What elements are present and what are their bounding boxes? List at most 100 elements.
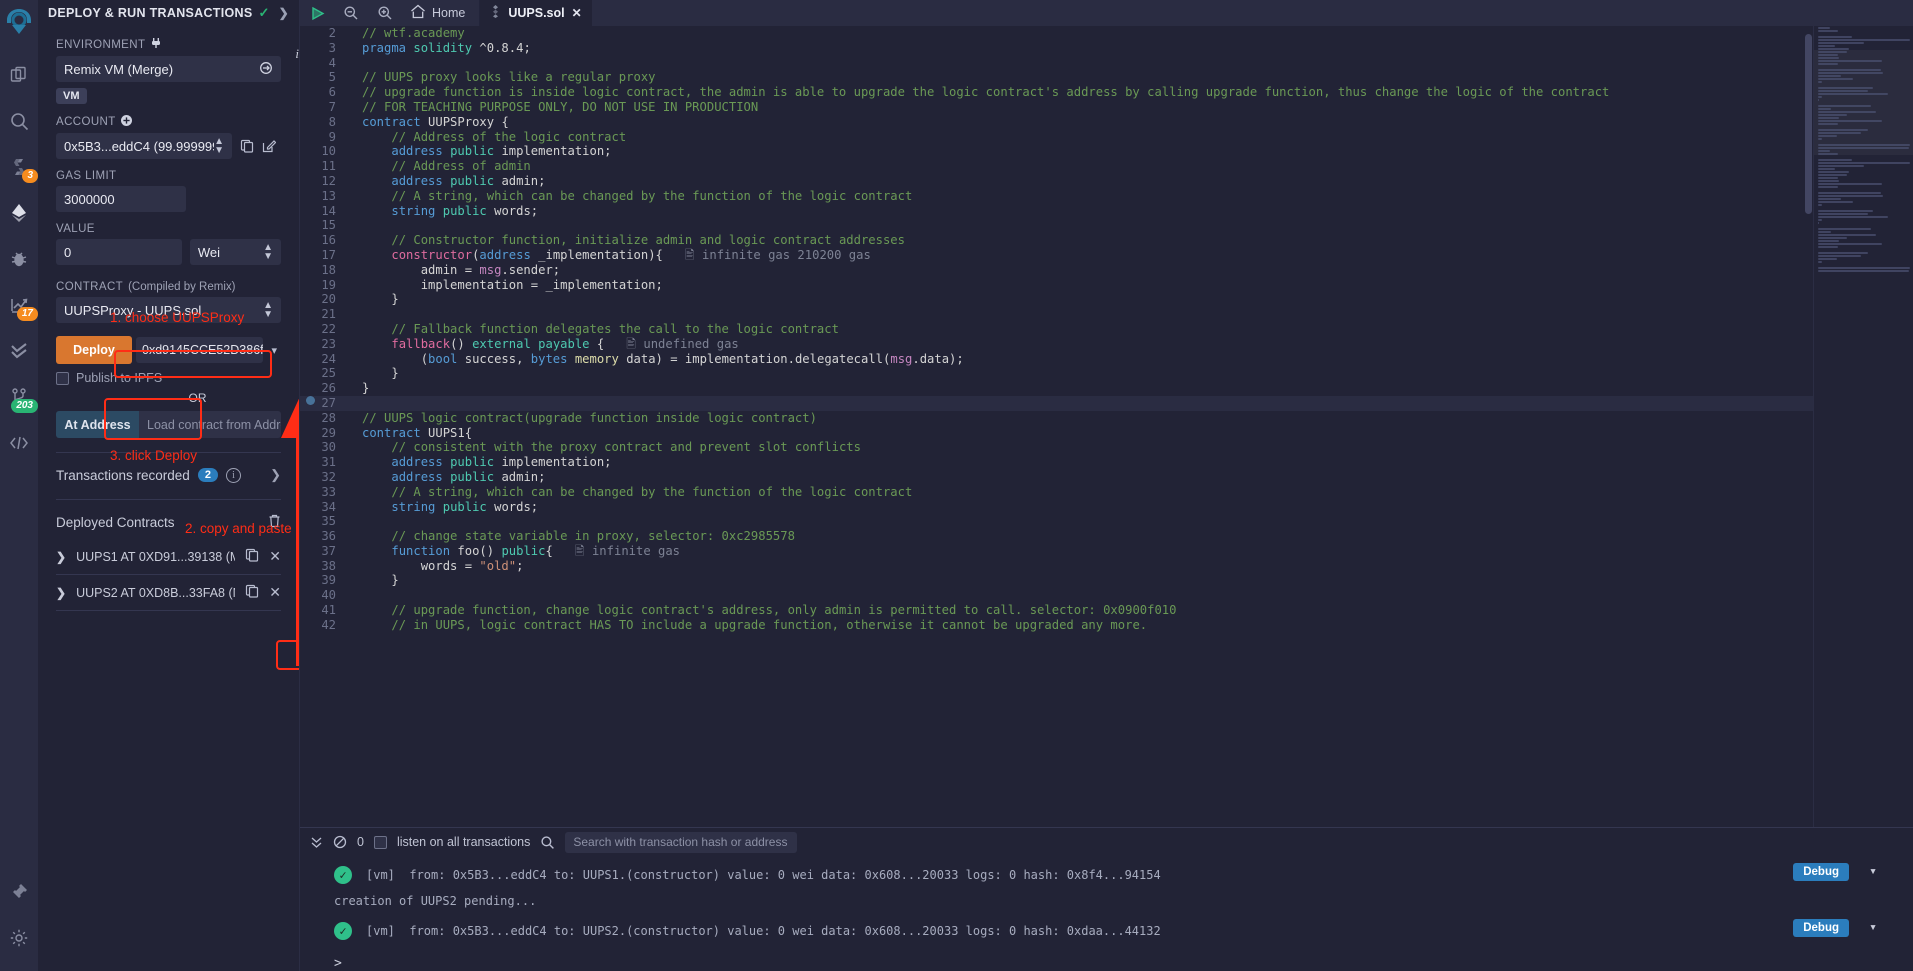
home-tab[interactable]: Home (402, 0, 481, 26)
table-row[interactable]: ❯ UUPS2 AT 0XD8B...33FA8 (MEMO ✕ (56, 575, 281, 611)
line-content[interactable]: (bool success, bytes memory data) = impl… (346, 352, 1813, 367)
plugin-icon[interactable] (0, 869, 38, 915)
line-content[interactable]: } (346, 381, 1813, 396)
line-content[interactable] (346, 56, 1813, 71)
deploy-constructor-arg-input[interactable]: 0xd9145CCE52D386f254 (136, 337, 264, 363)
line-content[interactable]: // A string, which can be changed by the… (346, 189, 1813, 204)
code-line[interactable]: 19 implementation = _implementation; (300, 278, 1813, 293)
line-content[interactable]: string public words; (346, 500, 1813, 515)
debug-button[interactable]: Debug (1793, 919, 1849, 937)
code-line[interactable]: 2 // wtf.academy (300, 26, 1813, 41)
line-content[interactable] (346, 218, 1813, 233)
copy-account-icon[interactable] (240, 139, 254, 153)
code-line[interactable]: 6 // upgrade function is inside logic con… (300, 85, 1813, 100)
code-line[interactable]: 22 // Fallback function delegates the ca… (300, 322, 1813, 337)
code-line[interactable]: 4 (300, 56, 1813, 71)
line-content[interactable]: address public admin; (346, 470, 1813, 485)
load-contract-address-input[interactable]: Load contract from Address (139, 411, 281, 438)
list-item[interactable]: ✓ [vm] from: 0x5B3...eddC4 to: UUPS2.(co… (334, 916, 1913, 946)
line-content[interactable]: string public words; (346, 204, 1813, 219)
code-line[interactable]: 10 address public implementation; (300, 144, 1813, 159)
code-line[interactable]: 30 // consistent with the proxy contract… (300, 440, 1813, 455)
value-unit-select[interactable]: Wei ▲ ▼ (189, 239, 281, 265)
chevron-right-icon[interactable]: ❯ (56, 586, 66, 600)
code-line[interactable]: 7 // FOR TEACHING PURPOSE ONLY, DO NOT US… (300, 100, 1813, 115)
tab-uups-sol[interactable]: UUPS.sol ✕ (480, 0, 592, 26)
account-stepper-icon[interactable]: ▲ ▼ (214, 137, 224, 156)
code-editor[interactable]: 2 // wtf.academy 3 pragma solidity ^0.8.4; 4… (300, 26, 1913, 827)
line-content[interactable]: // consistent with the proxy contract an… (346, 440, 1813, 455)
listen-all-checkbox[interactable] (373, 835, 387, 849)
line-content[interactable]: // Address of the logic contract (346, 130, 1813, 145)
debugger-icon[interactable] (0, 236, 38, 282)
code-line[interactable]: 15 (300, 218, 1813, 233)
line-content[interactable]: } (346, 366, 1813, 381)
terminal-search-input[interactable]: Search with transaction hash or address (565, 831, 798, 853)
code-line[interactable]: 26} (300, 381, 1813, 396)
line-content[interactable]: } (346, 292, 1813, 307)
line-content[interactable]: address public implementation; (346, 144, 1813, 159)
remove-contract-icon[interactable]: ✕ (269, 584, 281, 601)
chevron-down-icon[interactable]: ▾ (1869, 864, 1877, 879)
line-content[interactable]: admin = msg.sender; (346, 263, 1813, 278)
list-item[interactable]: ✓ [vm] from: 0x5B3...eddC4 to: UUPS1.(co… (334, 860, 1913, 890)
line-content[interactable]: words = "old"; (346, 559, 1813, 574)
contract-stepper-icon[interactable]: ▲ ▼ (263, 301, 273, 320)
code-line[interactable]: 35 (300, 514, 1813, 529)
add-account-icon[interactable] (120, 115, 132, 129)
code-line[interactable]: 31 address public implementation; (300, 455, 1813, 470)
line-content[interactable]: pragma solidity ^0.8.4; (346, 41, 1813, 56)
transactions-expand-icon[interactable]: ❯ (270, 467, 281, 483)
deploy-expand-icon[interactable]: ▾ (267, 344, 281, 357)
code-line[interactable]: 29 contract UUPS1{ (300, 426, 1813, 441)
line-content[interactable]: // UUPS logic contract(upgrade function … (346, 411, 1813, 426)
panel-expand-icon[interactable]: ❯ (279, 6, 289, 20)
code-line[interactable]: 28 // UUPS logic contract(upgrade functio… (300, 411, 1813, 426)
code-line[interactable]: 37 function foo() public{ 🖹 infinite gas (300, 544, 1813, 559)
code-line[interactable]: 13 // A string, which can be changed by … (300, 189, 1813, 204)
code-line[interactable]: 42 // in UUPS, logic contract HAS TO inc… (300, 618, 1813, 633)
remix-logo-icon[interactable] (2, 4, 36, 42)
code-line[interactable]: 24 (bool success, bytes memory data) = i… (300, 352, 1813, 367)
line-content[interactable]: // UUPS proxy looks like a regular proxy (346, 70, 1813, 85)
sign-message-icon[interactable] (262, 139, 276, 153)
zoom-in-icon[interactable] (368, 0, 402, 26)
environment-dropdown-icon[interactable] (259, 61, 273, 77)
line-content[interactable]: constructor(address _implementation){ 🖹 … (346, 248, 1813, 263)
search-icon[interactable] (540, 835, 555, 850)
minimap-viewport[interactable] (1814, 50, 1913, 155)
chevron-down-icon[interactable]: ▾ (1869, 920, 1877, 935)
copy-address-icon[interactable] (245, 548, 259, 565)
deploy-run-icon[interactable] (0, 190, 38, 236)
code-line[interactable]: 3 pragma solidity ^0.8.4; (300, 41, 1813, 56)
clear-console-icon[interactable] (333, 835, 347, 849)
line-content[interactable] (346, 588, 1813, 603)
unit-stepper-icon[interactable]: ▲ ▼ (263, 243, 273, 262)
code-line[interactable]: 41 // upgrade function, change logic con… (300, 603, 1813, 618)
line-content[interactable]: // Constructor function, initialize admi… (346, 233, 1813, 248)
publish-ipfs-checkbox[interactable] (56, 371, 69, 385)
code-icon[interactable] (0, 420, 38, 466)
run-icon[interactable] (300, 0, 334, 26)
code-line[interactable]: 27 (300, 395, 1813, 411)
solidity-compiler-icon[interactable]: 3 (0, 144, 38, 190)
breakpoint-icon[interactable] (306, 395, 315, 405)
line-content[interactable]: // A string, which can be changed by the… (346, 485, 1813, 500)
line-content[interactable]: // Address of admin (346, 159, 1813, 174)
close-icon[interactable]: ✕ (572, 6, 582, 20)
line-content[interactable] (346, 396, 1813, 411)
settings-icon[interactable] (0, 915, 38, 961)
copy-address-icon[interactable] (245, 584, 259, 601)
editor-scrollbar[interactable] (1804, 26, 1813, 827)
terminal-prompt[interactable]: > (334, 946, 1913, 971)
code-line[interactable]: 11 // Address of admin (300, 159, 1813, 174)
line-content[interactable]: fallback() external payable { 🖹 undefine… (346, 337, 1813, 352)
line-content[interactable]: } (346, 573, 1813, 588)
code-scroll[interactable]: 2 // wtf.academy 3 pragma solidity ^0.8.4; 4… (300, 26, 1813, 827)
at-address-button[interactable]: At Address (56, 411, 139, 438)
code-line[interactable]: 25 } (300, 366, 1813, 381)
plugin-manager-icon[interactable]: 203 (0, 374, 38, 420)
environment-select[interactable]: Remix VM (Merge) (56, 56, 281, 82)
account-select[interactable]: 0x5B3...eddC4 (99.9999999 ▲ ▼ (56, 133, 232, 159)
line-content[interactable]: implementation = _implementation; (346, 278, 1813, 293)
